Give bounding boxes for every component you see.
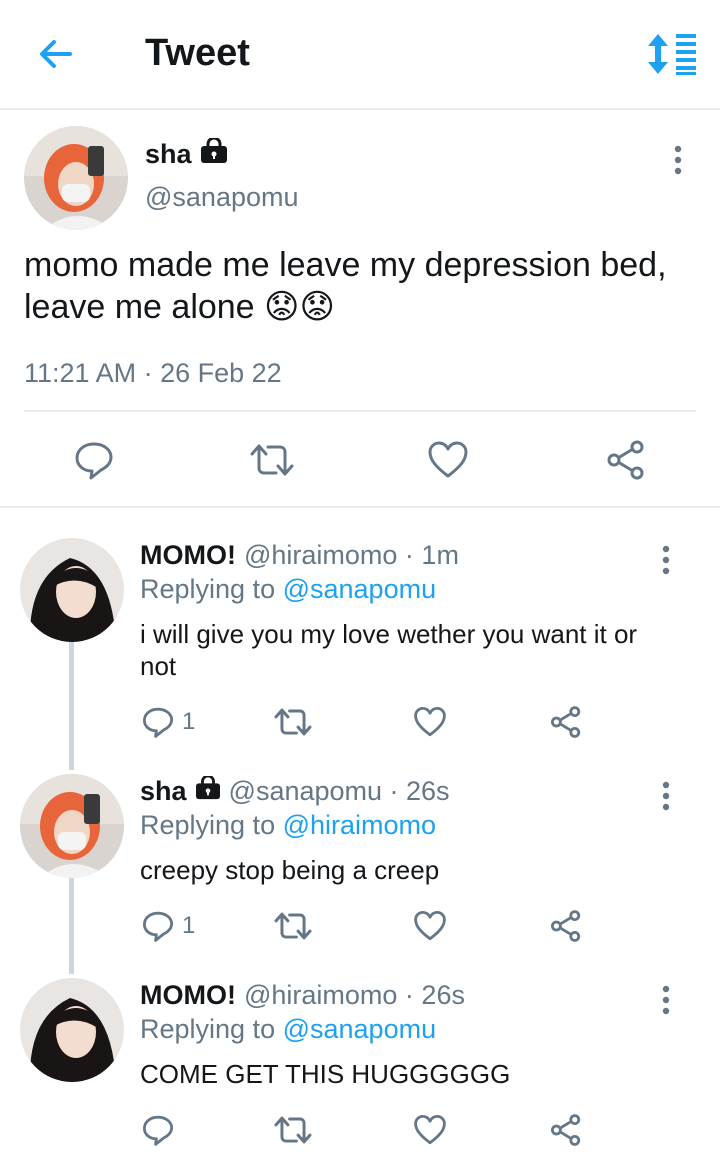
replying-prefix: Replying to bbox=[140, 574, 283, 604]
like-heart-icon[interactable] bbox=[414, 704, 446, 740]
retweet-icon[interactable] bbox=[274, 908, 312, 944]
avatar[interactable] bbox=[24, 126, 128, 230]
reply-text: COME GET THIS HUGGGGGG bbox=[140, 1059, 511, 1089]
reply-icon bbox=[143, 911, 173, 942]
more-options-icon[interactable] bbox=[664, 144, 692, 176]
lock-icon bbox=[200, 136, 228, 171]
more-options-icon[interactable] bbox=[652, 544, 680, 576]
retweet-icon[interactable] bbox=[274, 1112, 312, 1148]
author-display-name: sha bbox=[145, 139, 192, 169]
author-handle-time[interactable]: @hiraimomo · 26s bbox=[244, 980, 465, 1011]
reply-text: i will give you my love wether you want … bbox=[140, 619, 638, 681]
replying-to-mention[interactable]: @sanapomu bbox=[283, 1014, 437, 1044]
avatar[interactable] bbox=[20, 774, 124, 878]
reply-actions bbox=[140, 1112, 700, 1152]
page-title: Tweet bbox=[145, 32, 250, 74]
reply-count: 1 bbox=[182, 708, 196, 735]
author-name[interactable]: sha bbox=[145, 136, 228, 171]
lock-icon bbox=[195, 774, 221, 807]
replying-to: Replying to @hiraimomo bbox=[140, 810, 436, 841]
author-display-name[interactable]: MOMO! bbox=[140, 980, 236, 1011]
more-options-icon[interactable] bbox=[652, 780, 680, 812]
share-icon[interactable] bbox=[550, 1112, 582, 1148]
reply-button[interactable]: 1 bbox=[142, 908, 195, 944]
reply-button[interactable]: 1 bbox=[142, 704, 195, 740]
like-heart-icon[interactable] bbox=[414, 908, 446, 944]
replying-to-mention[interactable]: @sanapomu bbox=[283, 574, 437, 604]
reply-actions: 1 bbox=[140, 908, 700, 948]
share-icon[interactable] bbox=[606, 440, 646, 480]
reply-header: MOMO! @hiraimomo · 26s bbox=[140, 980, 465, 1011]
tweet-actions bbox=[0, 440, 720, 484]
retweet-icon[interactable] bbox=[274, 704, 312, 740]
author-handle[interactable]: @sanapomu bbox=[145, 182, 299, 213]
author-handle-time[interactable]: @sanapomu · 26s bbox=[229, 776, 450, 807]
share-icon[interactable] bbox=[550, 704, 582, 740]
reply-count: 1 bbox=[182, 912, 196, 939]
replying-prefix: Replying to bbox=[140, 810, 283, 840]
author-handle-time[interactable]: @hiraimomo · 1m bbox=[244, 540, 459, 571]
replying-to: Replying to @sanapomu bbox=[140, 1014, 436, 1045]
back-arrow-icon[interactable] bbox=[36, 34, 76, 74]
reply-icon bbox=[143, 1115, 173, 1146]
avatar[interactable] bbox=[20, 978, 124, 1082]
retweet-icon[interactable] bbox=[250, 440, 294, 480]
replying-to-mention[interactable]: @hiraimomo bbox=[283, 810, 436, 840]
like-heart-icon[interactable] bbox=[428, 440, 468, 480]
avatar[interactable] bbox=[20, 538, 124, 642]
author-display-name[interactable]: MOMO! bbox=[140, 540, 236, 571]
sort-replies-icon[interactable] bbox=[644, 32, 700, 76]
share-icon[interactable] bbox=[550, 908, 582, 944]
top-bar: Tweet bbox=[0, 0, 720, 110]
tweet-timestamp[interactable]: 11:21 AM · 26 Feb 22 bbox=[24, 358, 282, 389]
replying-to: Replying to @sanapomu bbox=[140, 574, 436, 605]
reply-header: MOMO! @hiraimomo · 1m bbox=[140, 540, 459, 571]
thread-line bbox=[69, 642, 74, 770]
like-heart-icon[interactable] bbox=[414, 1112, 446, 1148]
reply-button[interactable] bbox=[142, 1112, 182, 1148]
reply-header: sha @sanapomu · 26s bbox=[140, 774, 450, 807]
reply-icon bbox=[143, 707, 173, 738]
tweet-text: momo made me leave my depression bed, le… bbox=[24, 246, 667, 326]
thread-line bbox=[69, 878, 74, 974]
author-display-name[interactable]: sha bbox=[140, 776, 187, 807]
replying-prefix: Replying to bbox=[140, 1014, 283, 1044]
more-options-icon[interactable] bbox=[652, 984, 680, 1016]
reply-text: creepy stop being a creep bbox=[140, 855, 440, 885]
main-tweet: sha @sanapomu momo made me leave my depr… bbox=[0, 110, 720, 508]
reply-icon[interactable] bbox=[74, 440, 114, 480]
reply-actions: 1 bbox=[140, 704, 700, 744]
divider bbox=[24, 410, 696, 412]
